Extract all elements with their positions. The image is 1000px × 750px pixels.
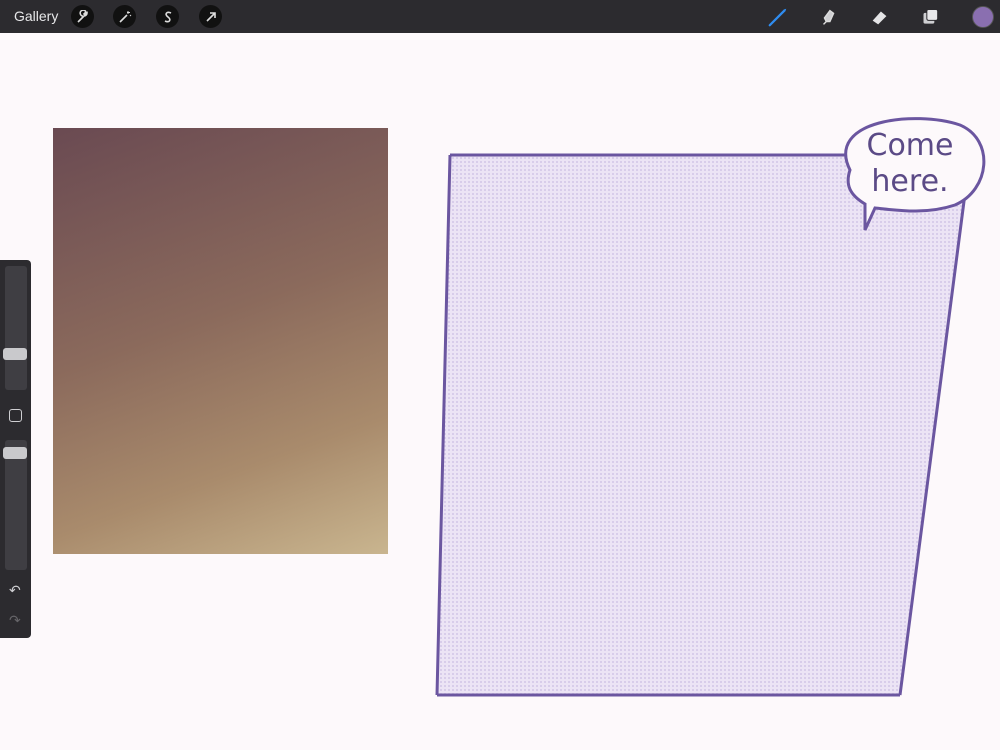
eyedropper-square-button[interactable] [9, 409, 22, 422]
brush-icon[interactable] [766, 5, 790, 29]
adjustments-magic-wand-icon[interactable] [113, 5, 136, 28]
smudge-icon[interactable] [817, 5, 841, 29]
opacity-slider[interactable] [3, 440, 27, 570]
layers-icon[interactable] [919, 5, 943, 29]
top-toolbar: Gallery [0, 0, 1000, 33]
eraser-icon[interactable] [868, 5, 892, 29]
opacity-thumb[interactable] [3, 447, 27, 459]
reference-image [53, 128, 388, 554]
transform-arrow-icon[interactable] [199, 5, 222, 28]
left-sidebar: ↶ ↷ [0, 260, 31, 638]
selection-icon[interactable] [156, 5, 179, 28]
color-swatch[interactable] [972, 6, 994, 28]
brush-size-thumb[interactable] [3, 348, 27, 360]
brush-size-slider[interactable] [3, 266, 27, 390]
gallery-button[interactable]: Gallery [14, 8, 58, 24]
halftone-texture [437, 155, 970, 695]
actions-wrench-icon[interactable] [71, 5, 94, 28]
undo-icon[interactable]: ↶ [9, 582, 21, 599]
speech-bubble-text: Come here. [866, 128, 954, 199]
redo-icon[interactable]: ↷ [9, 612, 21, 629]
